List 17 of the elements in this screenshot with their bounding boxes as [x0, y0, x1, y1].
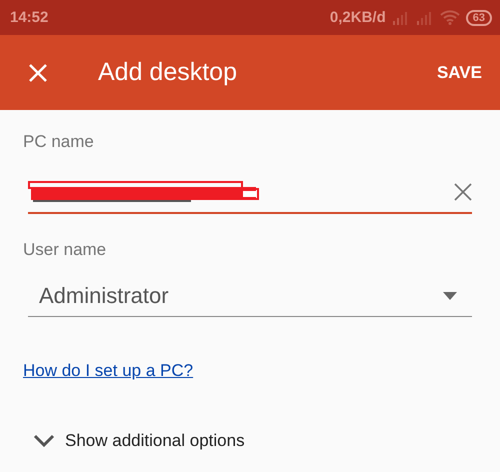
save-button[interactable]: SAVE [430, 56, 488, 88]
screen-title: Add desktop [98, 58, 238, 87]
wifi-icon [440, 10, 460, 25]
options-toggle[interactable]: Show additional options [33, 431, 245, 451]
signal-icon [392, 10, 410, 24]
battery-indicator: 63 [466, 10, 492, 26]
caret-icon [443, 292, 457, 300]
clock: 14:52 [10, 9, 48, 26]
data-rate: 0,2KB/d [330, 9, 386, 26]
chevron-icon [33, 434, 55, 448]
help-link[interactable]: How do I set up a PC? [23, 361, 194, 381]
field-label: PC name [23, 132, 95, 152]
dropdown-field[interactable]: Administrator [28, 276, 472, 317]
close-icon[interactable] [28, 62, 48, 82]
signal-icon [416, 10, 434, 24]
clear-icon[interactable] [454, 183, 472, 201]
field-label: User name [23, 240, 108, 260]
